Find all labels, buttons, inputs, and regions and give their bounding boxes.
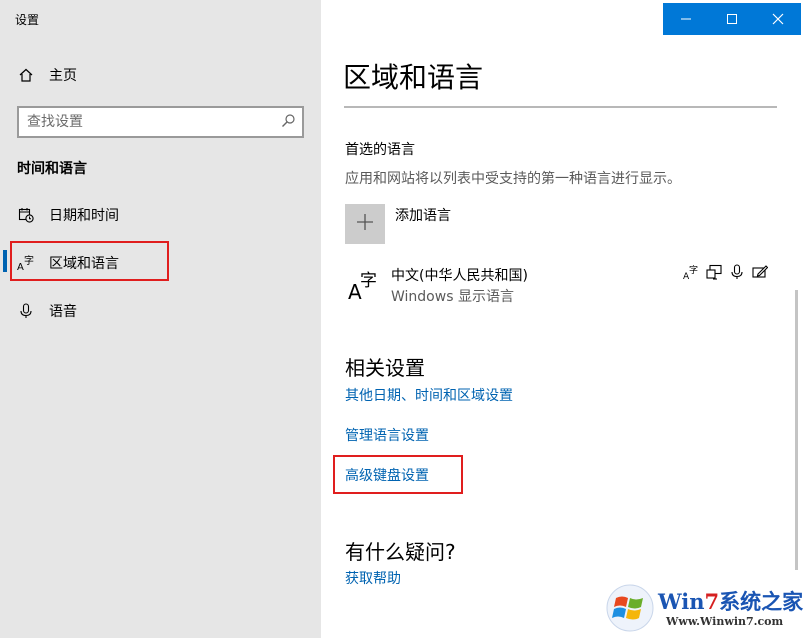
search-icon[interactable] xyxy=(280,113,296,129)
sidebar-item-home[interactable]: 主页 xyxy=(0,55,321,95)
preferred-languages-description: 应用和网站将以列表中受支持的第一种语言进行显示。 xyxy=(345,171,681,187)
handwriting-icon xyxy=(752,264,769,280)
related-settings-heading: 相关设置 xyxy=(345,356,425,380)
windows-logo-icon xyxy=(606,584,654,632)
preferred-languages-heading: 首选的语言 xyxy=(345,142,415,158)
minimize-button[interactable] xyxy=(663,3,709,35)
close-button[interactable] xyxy=(755,3,801,35)
calendar-clock-icon xyxy=(17,206,35,224)
add-language-label[interactable]: 添加语言 xyxy=(395,205,451,225)
administrative-language-settings-link[interactable]: 管理语言设置 xyxy=(345,425,429,445)
divider xyxy=(344,106,777,108)
add-language-button[interactable] xyxy=(345,204,385,244)
additional-date-time-region-link[interactable]: 其他日期、时间和区域设置 xyxy=(345,385,513,405)
sidebar-item-label: 日期和时间 xyxy=(49,208,119,224)
svg-text:字: 字 xyxy=(360,271,377,291)
sidebar-item-speech[interactable]: 语音 xyxy=(0,291,321,331)
microphone-icon xyxy=(17,302,35,320)
highlight-box xyxy=(333,455,463,494)
help-heading: 有什么疑问? xyxy=(345,540,456,564)
section-title: 时间和语言 xyxy=(17,161,87,177)
sidebar-item-date-time[interactable]: 日期和时间 xyxy=(0,195,321,235)
highlight-box xyxy=(10,241,169,281)
language-item-subtitle: Windows 显示语言 xyxy=(391,289,514,305)
get-help-link[interactable]: 获取帮助 xyxy=(345,568,401,588)
caption-buttons xyxy=(663,3,801,35)
maximize-button[interactable] xyxy=(709,3,755,35)
language-item-name[interactable]: 中文(中华人民共和国) xyxy=(391,265,528,285)
home-icon xyxy=(17,66,35,84)
plus-icon xyxy=(356,213,374,235)
search-box[interactable] xyxy=(17,106,304,138)
watermark: Win7系统之家 Www.Winwin7.com xyxy=(606,582,804,634)
text-input-icon xyxy=(706,264,722,280)
watermark-url: Www.Winwin7.com xyxy=(666,615,784,628)
display-language-icon: A字 xyxy=(683,264,699,282)
scrolled-text-fragment: ​ xyxy=(352,96,502,104)
page-title: 区域和语言 xyxy=(343,61,484,94)
watermark-brand: Win7系统之家 xyxy=(658,589,804,614)
speech-icon xyxy=(729,264,745,280)
svg-text:字: 字 xyxy=(689,264,698,276)
scrollbar[interactable] xyxy=(795,290,798,570)
sidebar-item-label: 语音 xyxy=(49,304,77,320)
sidebar-item-label: 主页 xyxy=(49,68,77,84)
window-title: 设置 xyxy=(15,13,40,27)
search-input[interactable] xyxy=(27,113,267,131)
sidebar: 设置 主页 时间和语言 日期和时间 A 字 区域和语言 语音 xyxy=(0,0,321,638)
language-glyph-icon: A 字 xyxy=(348,268,380,304)
